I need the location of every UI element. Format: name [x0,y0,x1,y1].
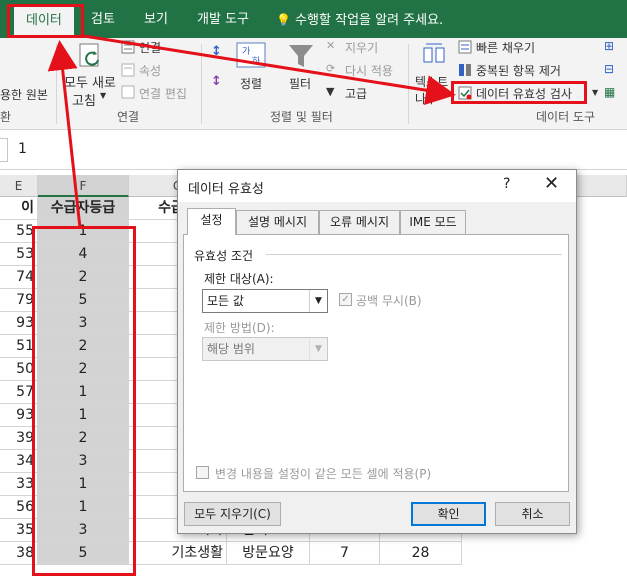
data-validation-dialog: 데이터 유효성 ? ✕ 설정 설명 메시지 오류 메시지 IME 모드 유효성 … [177,169,577,534]
allow-select[interactable]: 모든 값 ▼ [202,289,328,313]
clear-all-button[interactable]: 모두 지우기(C) [184,502,281,526]
settings-panel: 유효성 조건 제한 대상(A): 모든 값 ▼ ✓ 공백 무시(B) 제한 방법… [183,234,569,492]
allow-value: 모든 값 [207,294,244,308]
tab-settings[interactable]: 설정 [187,208,236,235]
allow-label: 제한 대상(A): [204,272,274,286]
dialog-titlebar: 데이터 유효성 ? ✕ [178,170,576,202]
ignore-blank-label: 공백 무시(B) [356,294,422,308]
arrow-column-to-tab [47,40,82,229]
data-label: 제한 방법(D): [204,321,275,335]
ok-button[interactable]: 확인 [411,502,486,526]
help-icon[interactable]: ? [503,176,510,192]
data-select[interactable]: 해당 범위 ▼ [202,337,328,361]
apply-all-checkbox[interactable] [196,466,209,479]
chevron-down-icon[interactable]: ▼ [309,290,327,312]
divider [266,254,562,255]
dialog-title: 데이터 유효성 [188,182,264,197]
arrow-tab-to-validation [83,34,456,106]
close-icon[interactable]: ✕ [544,173,559,194]
apply-all-label: 변경 내용을 설정이 같은 모든 셀에 적용(P) [215,467,432,481]
chevron-down-icon: ▼ [309,338,327,360]
tab-ime-mode[interactable]: IME 모드 [400,210,466,234]
criteria-heading: 유효성 조건 [194,249,254,263]
data-value: 해당 범위 [207,342,255,356]
tab-error-alert[interactable]: 오류 메시지 [319,210,400,234]
cancel-button[interactable]: 취소 [495,502,570,526]
tab-input-message[interactable]: 설명 메시지 [236,210,319,234]
ignore-blank-checkbox[interactable]: ✓ [339,293,352,306]
